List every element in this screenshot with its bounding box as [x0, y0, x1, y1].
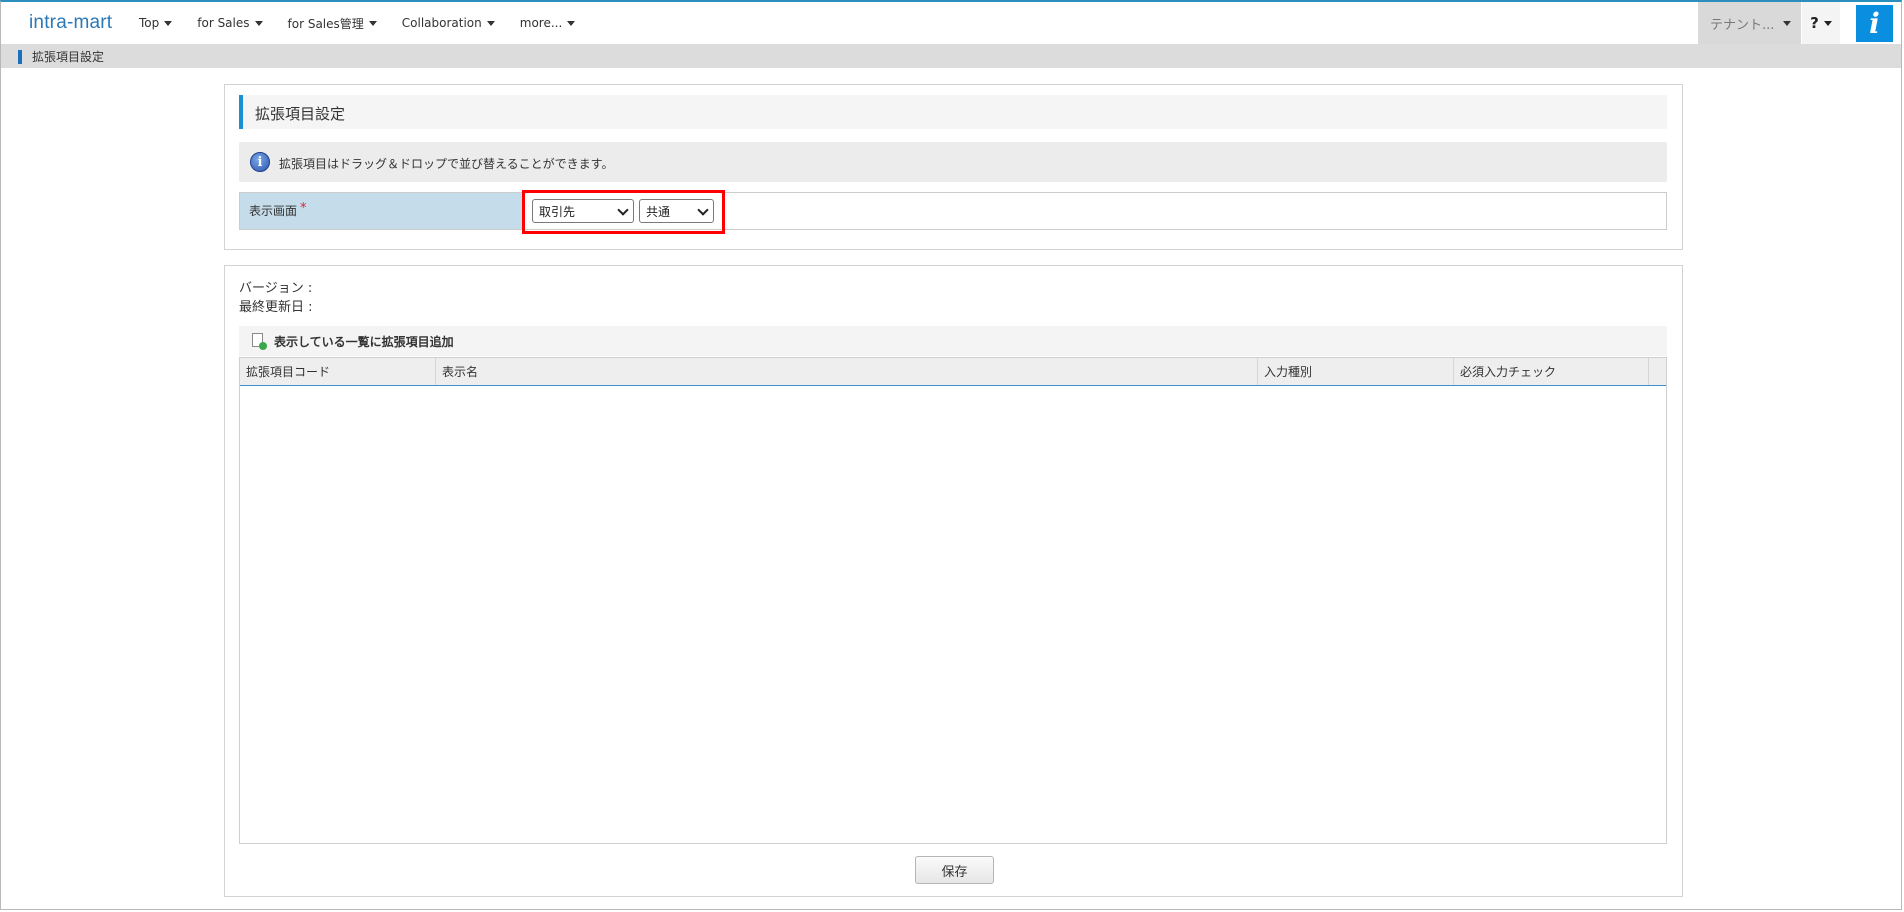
nav-item-top[interactable]: Top	[139, 16, 173, 30]
app-logo[interactable]: intra-mart	[29, 12, 112, 34]
nav-item-label: Collaboration	[401, 16, 482, 30]
display-screen-label: 表示画面 *	[249, 201, 307, 219]
display-screen-row: 表示画面 *	[239, 192, 1667, 230]
column-header-spacer	[1649, 358, 1666, 385]
caret-down-icon	[567, 20, 576, 26]
panel-title-bar: 拡張項目設定	[239, 95, 1667, 129]
caret-down-icon	[486, 20, 495, 26]
tenant-label: テナント...	[1710, 17, 1775, 33]
extension-items-grid: 拡張項目コード 表示名 入力種別 必須入力チェック	[239, 357, 1667, 844]
app-window: intra-mart Top for Sales for Sales管理 Col…	[0, 0, 1902, 910]
caret-down-icon	[368, 20, 377, 26]
nav-item-for-sales[interactable]: for Sales	[197, 16, 263, 30]
column-header-input-type[interactable]: 入力種別	[1258, 358, 1454, 385]
grid-header: 拡張項目コード 表示名 入力種別 必須入力チェック	[240, 358, 1666, 386]
main-nav: Top for Sales for Sales管理 Collaboration …	[139, 2, 600, 44]
grid-toolbar: 表示している一覧に拡張項目追加	[239, 326, 1667, 356]
tenant-menu[interactable]: テナント...	[1698, 2, 1801, 44]
scope-select[interactable]: 共通	[639, 199, 714, 223]
brand-icon[interactable]: i	[1856, 5, 1893, 42]
display-screen-label-cell: 表示画面 *	[240, 193, 523, 229]
chevron-down-icon	[617, 204, 629, 216]
nav-item-collaboration[interactable]: Collaboration	[402, 16, 495, 30]
items-panel: バージョン : 最終更新日 : 表示している一覧に拡張項目追加 拡張項目コード …	[224, 265, 1683, 897]
last-updated-label: 最終更新日 :	[239, 300, 313, 315]
column-header-code[interactable]: 拡張項目コード	[240, 358, 436, 385]
screen-select[interactable]: 取引先	[532, 199, 634, 223]
info-icon: i	[250, 152, 270, 172]
save-button[interactable]: 保存	[915, 856, 994, 884]
column-header-display-name[interactable]: 表示名	[436, 358, 1258, 385]
version-label: バージョン :	[239, 281, 313, 296]
add-extension-item-button[interactable]: 表示している一覧に拡張項目追加	[274, 333, 454, 350]
scope-select-value: 共通	[646, 204, 671, 219]
add-document-icon[interactable]	[252, 333, 267, 350]
nav-item-label: Top	[139, 16, 160, 30]
page-title: 拡張項目設定	[255, 105, 346, 123]
nav-item-for-sales-admin[interactable]: for Sales管理	[288, 15, 377, 32]
breadcrumb-marker	[18, 50, 22, 64]
required-mark: *	[300, 201, 307, 216]
chevron-down-icon	[697, 204, 709, 216]
nav-item-label: more...	[519, 16, 563, 30]
info-text: 拡張項目はドラッグ＆ドロップで並び替えることができます。	[279, 157, 614, 171]
caret-down-icon	[1823, 20, 1832, 26]
display-screen-label-text: 表示画面	[249, 204, 298, 218]
top-header: intra-mart Top for Sales for Sales管理 Col…	[1, 2, 1901, 44]
caret-down-icon	[164, 20, 173, 26]
nav-item-label: for Sales管理	[287, 16, 364, 31]
help-icon: ?	[1810, 14, 1819, 32]
nav-item-more[interactable]: more...	[520, 16, 576, 30]
breadcrumb: 拡張項目設定	[1, 44, 1901, 68]
settings-panel: 拡張項目設定 i 拡張項目はドラッグ＆ドロップで並び替えることができます。 表示…	[224, 84, 1683, 250]
nav-item-label: for Sales	[197, 16, 250, 30]
help-menu[interactable]: ?	[1802, 2, 1840, 44]
caret-down-icon	[254, 20, 263, 26]
breadcrumb-current: 拡張項目設定	[32, 50, 105, 64]
column-header-required-check[interactable]: 必須入力チェック	[1454, 358, 1649, 385]
caret-down-icon	[1783, 21, 1791, 26]
screen-select-value: 取引先	[539, 204, 576, 219]
info-message: i 拡張項目はドラッグ＆ドロップで並び替えることができます。	[239, 142, 1667, 182]
